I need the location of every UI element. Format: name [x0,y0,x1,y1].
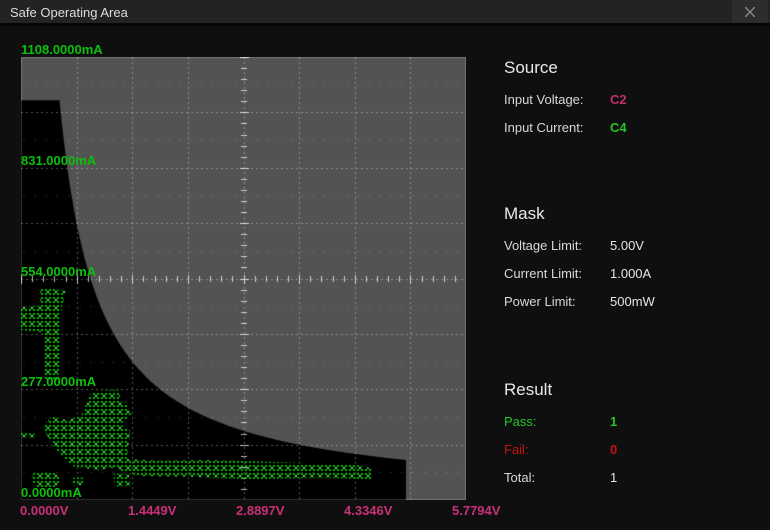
total-value: 1 [610,471,617,485]
current-limit-row: Current Limit: 1.000A [504,267,764,281]
input-voltage-value: C2 [610,93,627,107]
soa-plot: 1108.0000mA831.0000mA554.0000mA277.0000m… [21,57,466,500]
fail-label: Fail: [504,443,610,457]
voltage-limit-row: Voltage Limit: 5.00V [504,239,764,253]
source-section: Source Input Voltage: C2 Input Current: … [504,57,764,149]
x-tick-label: 4.3346V [344,503,392,518]
input-voltage-label: Input Voltage: [504,93,610,107]
power-limit-row: Power Limit: 500mW [504,295,764,309]
y-tick-label: 1108.0000mA [21,42,103,57]
y-tick-label: 277.0000mA [21,374,96,389]
y-tick-label: 831.0000mA [21,153,96,168]
mask-section: Mask Voltage Limit: 5.00V Current Limit:… [504,203,764,323]
titlebar: Safe Operating Area [0,0,770,26]
voltage-limit-label: Voltage Limit: [504,239,610,253]
pass-value: 1 [610,415,617,429]
power-limit-label: Power Limit: [504,295,610,309]
source-heading: Source [504,57,764,79]
current-limit-label: Current Limit: [504,267,610,281]
current-limit-value: 1.000A [610,267,651,281]
input-voltage-row: Input Voltage: C2 [504,93,764,107]
voltage-limit-value: 5.00V [610,239,644,253]
input-current-value: C4 [610,121,627,135]
y-tick-label: 554.0000mA [21,264,96,279]
pass-label: Pass: [504,415,610,429]
y-tick-label: 0.0000mA [21,485,82,500]
window-title: Safe Operating Area [10,5,128,20]
soa-plot-canvas [21,57,466,500]
mask-heading: Mask [504,203,764,225]
input-current-row: Input Current: C4 [504,121,764,135]
x-tick-label: 1.4449V [128,503,176,518]
pass-row: Pass: 1 [504,415,764,429]
close-button[interactable] [732,0,768,23]
x-tick-label: 5.7794V [452,503,500,518]
fail-row: Fail: 0 [504,443,764,457]
result-section: Result Pass: 1 Fail: 0 Total: 1 [504,379,764,499]
x-tick-label: 2.8897V [236,503,284,518]
fail-value: 0 [610,443,617,457]
total-label: Total: [504,471,610,485]
result-heading: Result [504,379,764,401]
total-row: Total: 1 [504,471,764,485]
soa-dialog: Safe Operating Area 1108.0000mA 831.0000m… [0,0,770,530]
x-tick-label: 0.0000V [20,503,68,518]
power-limit-value: 500mW [610,295,655,309]
input-current-label: Input Current: [504,121,610,135]
close-icon [742,4,758,20]
